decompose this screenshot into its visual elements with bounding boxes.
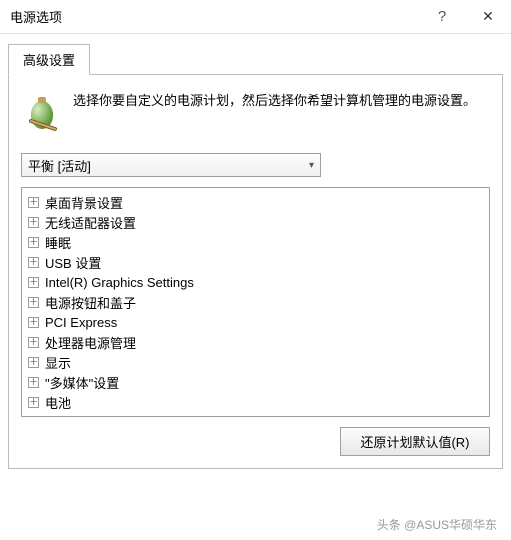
tree-label: 电源按钮和盖子: [45, 293, 136, 312]
tree-label: USB 设置: [45, 253, 101, 272]
tab-panel-advanced: 选择你要自定义的电源计划，然后选择你希望计算机管理的电源设置。 平衡 [活动] …: [8, 75, 503, 469]
expand-icon[interactable]: ＋: [28, 237, 39, 248]
tree-item-pci-express[interactable]: ＋ PCI Express: [24, 312, 487, 332]
power-plan-dropdown[interactable]: 平衡 [活动] ▾: [21, 153, 321, 177]
tab-advanced[interactable]: 高级设置: [8, 44, 90, 75]
tree-label: 无线适配器设置: [45, 213, 136, 232]
tree-item-intel-graphics[interactable]: ＋ Intel(R) Graphics Settings: [24, 272, 487, 292]
tree-item-sleep[interactable]: ＋ 睡眠: [24, 232, 487, 252]
expand-icon[interactable]: ＋: [28, 297, 39, 308]
tree-label: 处理器电源管理: [45, 333, 136, 352]
expand-icon[interactable]: ＋: [28, 317, 39, 328]
power-plan-selected: 平衡 [活动]: [28, 156, 309, 175]
window-title: 电源选项: [10, 7, 419, 26]
tree-item-power-buttons-lid[interactable]: ＋ 电源按钮和盖子: [24, 292, 487, 312]
expand-icon[interactable]: ＋: [28, 197, 39, 208]
restore-row: 还原计划默认值(R): [21, 427, 490, 456]
info-text: 选择你要自定义的电源计划，然后选择你希望计算机管理的电源设置。: [73, 91, 476, 133]
tree-label: PCI Express: [45, 315, 117, 330]
tree-label: 睡眠: [45, 233, 71, 252]
tree-label: Intel(R) Graphics Settings: [45, 275, 194, 290]
restore-defaults-button[interactable]: 还原计划默认值(R): [340, 427, 490, 456]
chevron-down-icon: ▾: [309, 160, 314, 171]
tree-label: 电池: [45, 393, 71, 412]
expand-icon[interactable]: ＋: [28, 257, 39, 268]
titlebar: 电源选项 ? ✕: [0, 0, 511, 34]
expand-icon[interactable]: ＋: [28, 357, 39, 368]
close-button[interactable]: ✕: [465, 0, 511, 34]
tree-item-usb[interactable]: ＋ USB 设置: [24, 252, 487, 272]
tree-label: "多媒体"设置: [45, 373, 119, 392]
tree-item-battery[interactable]: ＋ 电池: [24, 392, 487, 412]
expand-icon[interactable]: ＋: [28, 337, 39, 348]
tree-label: 桌面背景设置: [45, 193, 123, 212]
expand-icon[interactable]: ＋: [28, 377, 39, 388]
tree-item-processor[interactable]: ＋ 处理器电源管理: [24, 332, 487, 352]
battery-icon: [21, 91, 63, 133]
watermark: 头条 @ASUS华硕华东: [373, 515, 501, 534]
tree-label: 显示: [45, 353, 71, 372]
tree-item-display[interactable]: ＋ 显示: [24, 352, 487, 372]
help-button[interactable]: ?: [419, 0, 465, 34]
tree-item-desktop-background[interactable]: ＋ 桌面背景设置: [24, 192, 487, 212]
expand-icon[interactable]: ＋: [28, 397, 39, 408]
settings-tree[interactable]: ＋ 桌面背景设置 ＋ 无线适配器设置 ＋ 睡眠 ＋ USB 设置 ＋ Intel…: [21, 187, 490, 417]
info-row: 选择你要自定义的电源计划，然后选择你希望计算机管理的电源设置。: [21, 91, 490, 133]
content-area: 高级设置 选择你要自定义的电源计: [0, 34, 511, 469]
tree-item-multimedia[interactable]: ＋ "多媒体"设置: [24, 372, 487, 392]
expand-icon[interactable]: ＋: [28, 277, 39, 288]
tab-strip: 高级设置: [8, 44, 503, 75]
expand-icon[interactable]: ＋: [28, 217, 39, 228]
tree-item-wireless-adapter[interactable]: ＋ 无线适配器设置: [24, 212, 487, 232]
